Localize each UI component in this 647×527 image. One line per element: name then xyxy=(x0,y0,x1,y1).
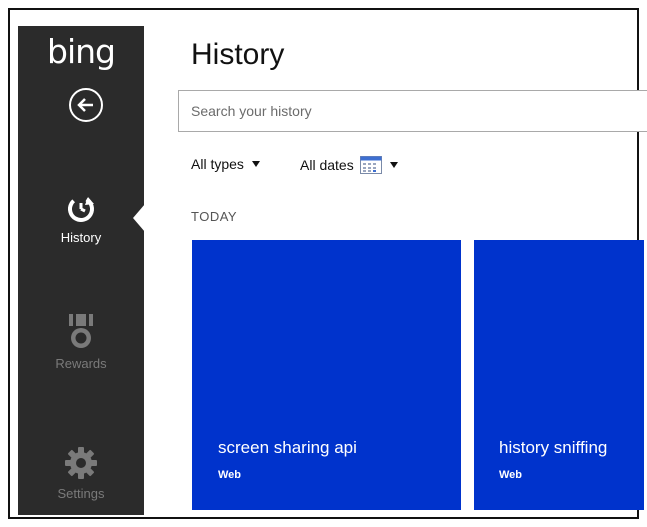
chevron-down-icon xyxy=(251,161,260,167)
medal-icon xyxy=(69,314,93,348)
date-filter-label: All dates xyxy=(300,157,354,173)
type-filter-label: All types xyxy=(191,156,244,172)
chevron-down-icon xyxy=(389,162,398,168)
active-indicator xyxy=(133,204,145,232)
sidebar-item-settings[interactable]: Settings xyxy=(18,446,144,501)
sidebar-item-history[interactable]: History xyxy=(18,194,144,245)
calendar-icon xyxy=(359,156,382,174)
type-filter-dropdown[interactable]: All types xyxy=(191,156,260,172)
tile-type: Web xyxy=(499,469,523,481)
section-label-today: TODAY xyxy=(191,209,238,224)
sidebar-item-label: Settings xyxy=(57,486,105,501)
history-tile[interactable]: screen sharing api Web xyxy=(192,240,461,510)
search-box[interactable] xyxy=(178,90,647,132)
tile-title: history sniffing xyxy=(499,438,608,457)
page-title: History xyxy=(191,38,285,71)
back-button[interactable] xyxy=(69,88,103,122)
sidebar-item-label: Rewards xyxy=(55,356,107,371)
tile-type: Web xyxy=(218,469,242,481)
bing-logo: bing xyxy=(47,32,116,71)
sidebar-item-label: History xyxy=(60,230,102,245)
tile-title: screen sharing api xyxy=(218,438,357,457)
gear-icon xyxy=(65,447,97,479)
history-icon xyxy=(68,196,94,222)
back-arrow-icon xyxy=(77,98,93,112)
search-input[interactable] xyxy=(179,91,647,131)
sidebar-item-rewards[interactable]: Rewards xyxy=(18,314,144,371)
history-tile[interactable]: history sniffing Web xyxy=(474,240,644,510)
date-filter-dropdown[interactable]: All dates xyxy=(300,156,398,174)
sidebar: bing History Rewards Settings xyxy=(18,26,145,515)
